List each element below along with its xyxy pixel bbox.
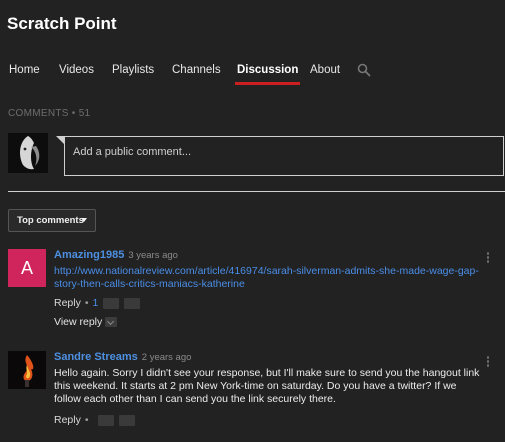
- comment-input[interactable]: [73, 146, 493, 158]
- view-reply-label: View reply: [54, 316, 103, 328]
- view-reply-button[interactable]: View reply: [54, 316, 118, 328]
- reply-button[interactable]: Reply: [54, 297, 81, 309]
- search-icon[interactable]: [357, 63, 371, 77]
- tab-home[interactable]: Home: [9, 58, 40, 85]
- channel-tabs: Home Videos Playlists Channels Discussio…: [0, 58, 505, 86]
- separator: •: [84, 297, 89, 309]
- comment-actions: Reply •: [54, 414, 135, 428]
- avatar-image: [8, 133, 48, 173]
- avatar[interactable]: [8, 133, 48, 173]
- avatar-image: [8, 351, 46, 389]
- reply-button[interactable]: Reply: [54, 414, 81, 426]
- tab-discussion[interactable]: Discussion: [234, 58, 301, 85]
- comment-box[interactable]: [64, 136, 504, 176]
- sort-label: Top comments: [17, 215, 84, 226]
- chevron-down-icon: [105, 317, 118, 328]
- comment-timestamp[interactable]: 3 years ago: [128, 250, 178, 261]
- like-count: 1: [92, 297, 99, 309]
- comment-author[interactable]: Amazing1985: [54, 249, 124, 261]
- comment-link[interactable]: http://www.nationalreview.com/article/41…: [54, 265, 479, 290]
- tab-playlists[interactable]: Playlists: [112, 58, 154, 85]
- comment-author-row: Amazing1985 3 years ago: [54, 249, 178, 261]
- comments-count: COMMENTS • 51: [8, 108, 91, 119]
- comment-author[interactable]: Sandre Streams: [54, 351, 138, 363]
- avatar[interactable]: [8, 351, 46, 389]
- more-actions-icon[interactable]: [484, 252, 492, 264]
- dislike-button[interactable]: [124, 297, 141, 309]
- divider: [8, 191, 505, 192]
- comment-author-row: Sandre Streams 2 years ago: [54, 351, 191, 363]
- tab-videos[interactable]: Videos: [59, 58, 94, 85]
- channel-title: Scratch Point: [7, 14, 117, 33]
- comment-text: Hello again. Sorry I didn't see your res…: [54, 367, 480, 405]
- dislike-button[interactable]: [118, 414, 135, 426]
- sort-comments-button[interactable]: Top comments: [8, 209, 96, 232]
- like-button[interactable]: [97, 414, 114, 426]
- comment-text: http://www.nationalreview.com/article/41…: [54, 265, 486, 291]
- avatar[interactable]: A: [8, 249, 46, 287]
- caret-down-icon: [81, 218, 87, 222]
- comment-actions: Reply • 1: [54, 297, 141, 311]
- comment-timestamp[interactable]: 2 years ago: [142, 352, 192, 363]
- tab-about[interactable]: About: [310, 58, 340, 85]
- like-button[interactable]: [103, 297, 120, 309]
- tab-channels[interactable]: Channels: [172, 58, 221, 85]
- separator: •: [84, 414, 89, 426]
